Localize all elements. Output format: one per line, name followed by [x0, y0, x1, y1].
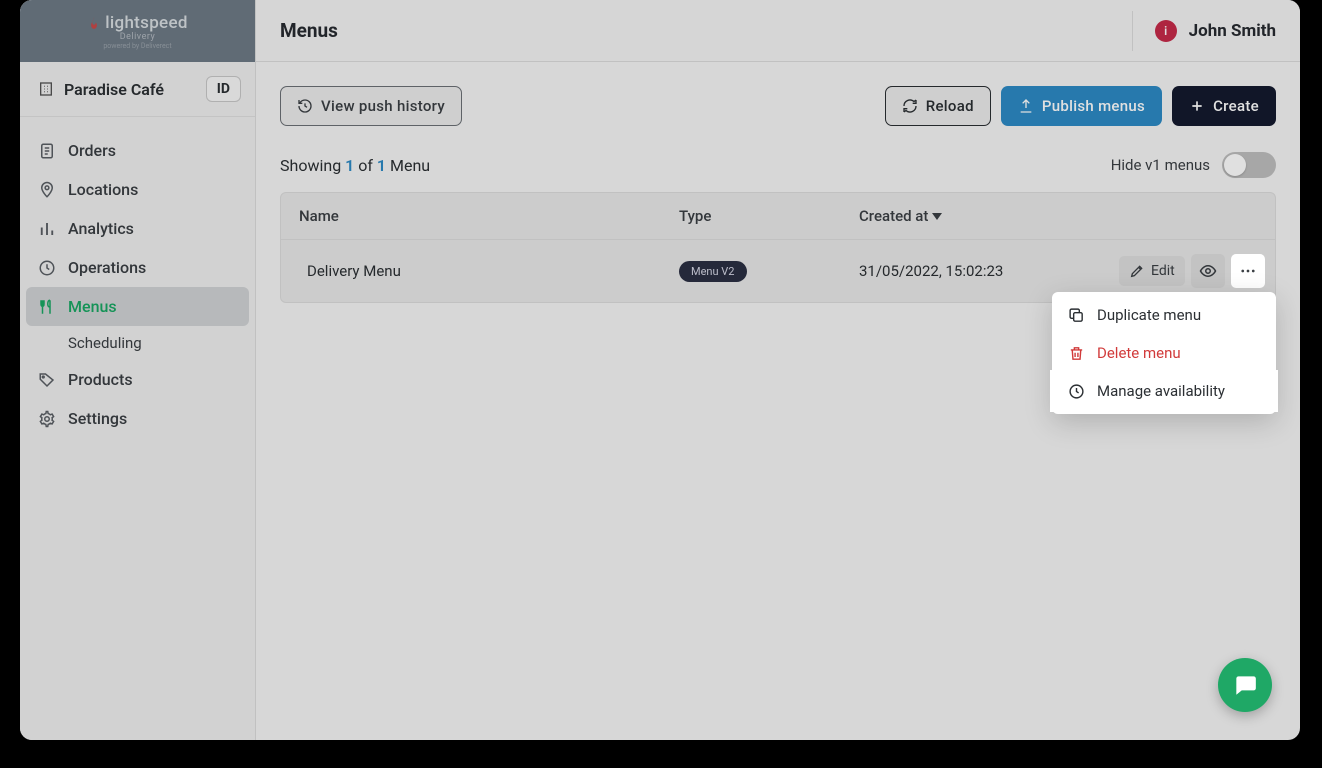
- flame-icon: [87, 14, 101, 32]
- button-label: Edit: [1151, 263, 1175, 279]
- hide-v1-label: Hide v1 menus: [1111, 156, 1210, 174]
- id-badge[interactable]: ID: [206, 76, 241, 102]
- trash-icon: [1068, 345, 1085, 362]
- pencil-icon: [1129, 263, 1145, 279]
- brand-name: lightspeed: [105, 13, 188, 33]
- duplicate-menu-item[interactable]: Duplicate menu: [1052, 296, 1276, 334]
- sidebar-item-operations[interactable]: Operations: [20, 248, 255, 287]
- page-title: Menus: [280, 19, 338, 42]
- more-actions-button[interactable]: [1231, 254, 1265, 288]
- hide-v1-toggle[interactable]: [1222, 152, 1276, 178]
- clipboard-icon: [38, 142, 56, 160]
- brand-logo: lightspeed Delivery powered by Deliverec…: [20, 0, 255, 62]
- sidebar-item-menus[interactable]: Menus: [26, 287, 249, 326]
- button-label: View push history: [321, 97, 445, 115]
- sidebar: lightspeed Delivery powered by Deliverec…: [20, 0, 256, 740]
- brand-sub1: Delivery: [120, 32, 156, 42]
- showing-text: Showing 1 of 1 Menu: [280, 156, 430, 175]
- brand-sub2: powered by Deliverect: [103, 42, 171, 50]
- eye-icon: [1199, 262, 1217, 280]
- cafe-selector[interactable]: Paradise Café ID: [20, 62, 255, 117]
- dots-icon: [1239, 262, 1257, 280]
- dropdown-item-label: Duplicate menu: [1097, 306, 1201, 324]
- cell-name: Delivery Menu: [299, 262, 679, 280]
- sidebar-item-label: Menus: [68, 297, 117, 316]
- dropdown-item-label: Manage availability: [1097, 382, 1225, 400]
- sidebar-sub-label: Scheduling: [68, 334, 142, 352]
- sort-desc-icon: [932, 211, 942, 221]
- plus-icon: [1189, 98, 1205, 114]
- username: John Smith: [1189, 21, 1276, 41]
- button-label: Publish menus: [1042, 97, 1145, 115]
- sidebar-item-orders[interactable]: Orders: [20, 131, 255, 170]
- cell-created: 31/05/2022, 15:02:23: [859, 262, 1119, 280]
- sidebar-item-label: Analytics: [68, 219, 134, 238]
- sidebar-item-label: Settings: [68, 409, 127, 428]
- edit-button[interactable]: Edit: [1119, 256, 1185, 286]
- sidebar-sub-scheduling[interactable]: Scheduling: [20, 326, 255, 360]
- type-badge: Menu V2: [679, 261, 747, 282]
- sidebar-item-products[interactable]: Products: [20, 360, 255, 399]
- col-type[interactable]: Type: [679, 207, 859, 225]
- chat-fab[interactable]: [1218, 658, 1272, 712]
- table-header: Name Type Created at: [281, 193, 1275, 240]
- upload-icon: [1018, 98, 1034, 114]
- delete-menu-item[interactable]: Delete menu: [1052, 334, 1276, 372]
- topbar: Menus i John Smith: [256, 0, 1300, 62]
- button-label: Reload: [926, 97, 974, 115]
- cafe-name: Paradise Café: [64, 80, 164, 99]
- col-name[interactable]: Name: [299, 207, 679, 225]
- sidebar-item-settings[interactable]: Settings: [20, 399, 255, 438]
- preview-button[interactable]: [1191, 254, 1225, 288]
- sidebar-item-analytics[interactable]: Analytics: [20, 209, 255, 248]
- building-icon: [38, 81, 54, 97]
- sidebar-item-label: Operations: [68, 258, 146, 277]
- button-label: Create: [1213, 97, 1259, 115]
- avatar: i: [1155, 20, 1177, 42]
- user-menu[interactable]: i John Smith: [1132, 11, 1276, 51]
- sidebar-item-label: Locations: [68, 180, 138, 199]
- history-icon: [297, 98, 313, 114]
- main-content: View push history Reload Publish menus C…: [256, 62, 1300, 740]
- row-actions-dropdown: Duplicate menu Delete menu Manage availa…: [1052, 292, 1276, 414]
- tag-icon: [38, 371, 56, 389]
- chat-icon: [1232, 672, 1258, 698]
- manage-availability-item[interactable]: Manage availability: [1052, 372, 1276, 410]
- clock-icon: [38, 259, 56, 277]
- cutlery-icon: [38, 298, 56, 316]
- clock-icon: [1068, 383, 1085, 400]
- pin-icon: [38, 181, 56, 199]
- reload-button[interactable]: Reload: [885, 86, 991, 126]
- gear-icon: [38, 410, 56, 428]
- sidebar-item-label: Products: [68, 370, 133, 389]
- menus-table: Name Type Created at Delivery Menu Menu …: [280, 192, 1276, 303]
- create-button[interactable]: Create: [1172, 86, 1276, 126]
- bars-icon: [38, 220, 56, 238]
- view-push-history-button[interactable]: View push history: [280, 86, 462, 126]
- dropdown-item-label: Delete menu: [1097, 344, 1181, 362]
- sidebar-item-locations[interactable]: Locations: [20, 170, 255, 209]
- publish-menus-button[interactable]: Publish menus: [1001, 86, 1162, 126]
- col-created[interactable]: Created at: [859, 207, 1119, 225]
- copy-icon: [1068, 307, 1085, 324]
- reload-icon: [902, 98, 918, 114]
- sidebar-item-label: Orders: [68, 141, 116, 160]
